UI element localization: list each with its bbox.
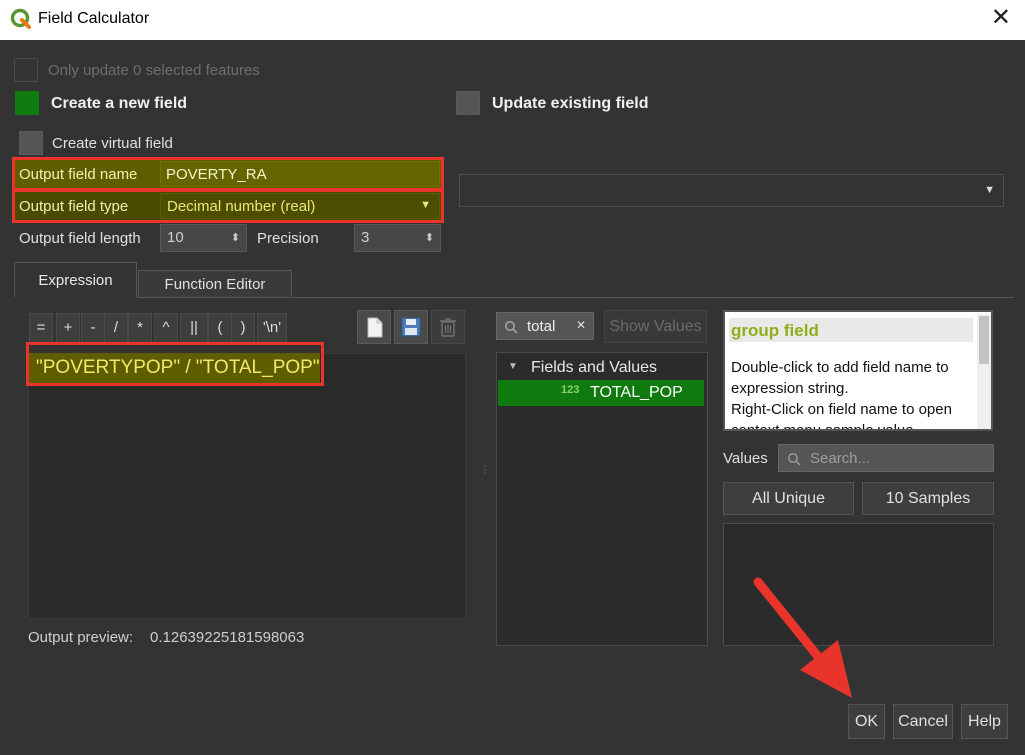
values-search-input[interactable]: Search... bbox=[778, 444, 994, 472]
operator-plus-button[interactable]: + bbox=[56, 313, 80, 343]
spin-arrows-icon[interactable]: ⬍ bbox=[425, 225, 434, 251]
tab-expression[interactable]: Expression bbox=[14, 262, 137, 298]
help-line-4: context menu sample value bbox=[731, 422, 914, 431]
all-unique-button[interactable]: All Unique bbox=[723, 482, 854, 515]
splitter-handle[interactable]: ⋮ bbox=[480, 466, 490, 476]
output-preview-value: 0.12639225181598063 bbox=[150, 629, 305, 646]
operator-equals-button[interactable]: = bbox=[29, 313, 53, 343]
help-title: group field bbox=[731, 321, 819, 340]
help-scrollbar-thumb[interactable] bbox=[979, 316, 989, 364]
help-label: Help bbox=[968, 713, 1001, 730]
ten-samples-label: 10 Samples bbox=[885, 490, 971, 507]
clear-search-icon[interactable]: ✕ bbox=[576, 318, 586, 332]
search-icon bbox=[788, 453, 801, 466]
title-bar: Field Calculator ✕ bbox=[0, 0, 1025, 40]
delete-button[interactable] bbox=[431, 310, 465, 344]
trash-icon bbox=[440, 318, 456, 337]
qgis-logo-icon bbox=[10, 8, 31, 29]
highlight-output-name bbox=[12, 157, 444, 191]
all-unique-label: All Unique bbox=[752, 490, 825, 507]
numeric-field-icon: 123 bbox=[561, 384, 580, 396]
ok-label: OK bbox=[854, 713, 879, 730]
tab-divider bbox=[14, 297, 1014, 298]
operator-concat-button[interactable]: || bbox=[180, 313, 208, 343]
tab-function-editor-label: Function Editor bbox=[164, 276, 266, 293]
help-line-3: Right-Click on field name to open bbox=[731, 401, 952, 418]
help-line-1: Double-click to add field name to bbox=[731, 359, 949, 376]
save-icon bbox=[401, 317, 421, 337]
operator-newline-button[interactable]: '\n' bbox=[257, 313, 287, 343]
close-icon[interactable]: ✕ bbox=[991, 6, 1011, 30]
tree-item-total-pop[interactable]: 123 TOTAL_POP bbox=[498, 380, 704, 406]
expression-editor[interactable] bbox=[28, 353, 466, 619]
ok-button[interactable]: OK bbox=[848, 704, 885, 739]
precision-label: Precision bbox=[257, 230, 319, 247]
update-existing-field-label: Update existing field bbox=[492, 95, 649, 112]
operator-power-button[interactable]: ^ bbox=[154, 313, 178, 343]
new-file-icon bbox=[367, 317, 383, 338]
help-panel: group field Double-click to add field na… bbox=[723, 310, 993, 431]
output-field-length-label: Output field length bbox=[19, 230, 141, 247]
create-new-field-label: Create a new field bbox=[51, 95, 188, 112]
output-field-length-spinbox[interactable]: 10 ⬍ bbox=[160, 224, 247, 252]
help-button[interactable]: Help bbox=[961, 704, 1008, 739]
help-line-2: expression string. bbox=[731, 380, 849, 397]
show-values-label: Show Values bbox=[609, 318, 702, 335]
operator-close-paren-button[interactable]: ) bbox=[231, 313, 255, 343]
precision-spinbox[interactable]: 3 ⬍ bbox=[354, 224, 441, 252]
output-preview-label: Output preview: bbox=[28, 629, 134, 646]
search-icon bbox=[505, 321, 518, 334]
tree-item-label: TOTAL_POP bbox=[590, 384, 683, 401]
show-values-button[interactable]: Show Values bbox=[604, 310, 707, 343]
ten-samples-button[interactable]: 10 Samples bbox=[862, 482, 994, 515]
operator-minus-button[interactable]: - bbox=[81, 313, 105, 343]
output-field-length-value: 10 bbox=[167, 229, 184, 246]
precision-value: 3 bbox=[361, 229, 370, 246]
tab-expression-label: Expression bbox=[38, 272, 113, 289]
cancel-label: Cancel bbox=[898, 713, 948, 730]
tree-group-fields-and-values[interactable]: Fields and Values bbox=[531, 359, 657, 377]
only-update-label: Only update 0 selected features bbox=[48, 62, 260, 79]
function-search-input[interactable]: total ✕ bbox=[496, 312, 594, 340]
create-virtual-field-checkbox[interactable] bbox=[19, 131, 43, 155]
create-virtual-field-label: Create virtual field bbox=[52, 135, 173, 152]
highlight-expression bbox=[26, 342, 324, 386]
values-label: Values bbox=[723, 450, 768, 467]
chevron-down-icon: ▼ bbox=[984, 184, 995, 196]
new-file-button[interactable] bbox=[357, 310, 391, 344]
tab-divider-gap bbox=[14, 297, 137, 299]
red-arrow-annotation bbox=[753, 577, 852, 698]
existing-field-select[interactable]: ▼ bbox=[459, 174, 1004, 207]
values-search-placeholder: Search... bbox=[810, 450, 871, 467]
function-search-value: total bbox=[527, 318, 556, 335]
operator-divide-button[interactable]: / bbox=[104, 313, 128, 343]
operator-multiply-button[interactable]: * bbox=[128, 313, 152, 343]
cancel-button[interactable]: Cancel bbox=[893, 704, 953, 739]
save-button[interactable] bbox=[394, 310, 428, 344]
operator-open-paren-button[interactable]: ( bbox=[208, 313, 232, 343]
spin-arrows-icon[interactable]: ⬍ bbox=[231, 225, 240, 251]
window-title: Field Calculator bbox=[38, 10, 150, 27]
create-new-field-checkbox[interactable] bbox=[15, 91, 39, 115]
update-existing-field-checkbox[interactable] bbox=[456, 91, 480, 115]
only-update-checkbox[interactable] bbox=[14, 58, 38, 82]
expand-arrow-icon[interactable]: ▼ bbox=[508, 361, 518, 372]
tab-function-editor[interactable]: Function Editor bbox=[138, 270, 292, 298]
highlight-output-type bbox=[12, 189, 444, 223]
help-scrollbar[interactable] bbox=[977, 314, 991, 429]
